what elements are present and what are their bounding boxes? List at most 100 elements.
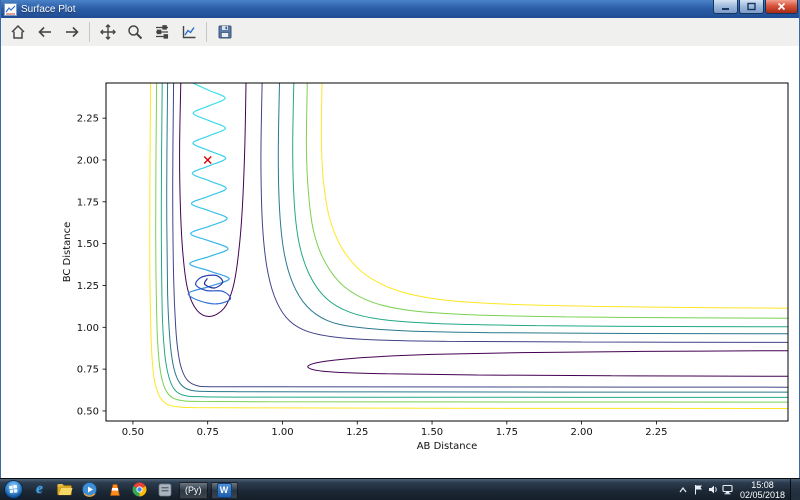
trajectory-segment	[191, 226, 210, 234]
save-icon	[216, 23, 234, 41]
speaker-icon	[708, 484, 719, 495]
window-titlebar[interactable]: Surface Plot	[1, 0, 799, 18]
x-tick-label: 1.75	[496, 427, 518, 438]
contour-line-level-2	[167, 83, 788, 392]
taskbar-item-generic-app[interactable]	[152, 479, 177, 500]
chrome-icon	[132, 482, 147, 497]
contour-line-level-1	[261, 83, 788, 342]
trajectory-segment	[199, 301, 217, 304]
back-button[interactable]	[31, 20, 58, 45]
chevron-up-icon	[679, 487, 687, 493]
trajectory-segment	[206, 291, 223, 292]
taskbar-window-button-python[interactable]: (Py)	[179, 482, 208, 499]
trajectory-segment	[210, 219, 227, 227]
trajectory-segment	[210, 241, 228, 249]
trajectory-segment	[192, 173, 209, 181]
configure-subplots-button[interactable]	[148, 20, 175, 45]
x-tick-label: 0.50	[122, 427, 144, 438]
axes-spines	[106, 83, 788, 421]
x-tick-label: 2.00	[570, 427, 592, 438]
trajectory-segment	[192, 204, 210, 212]
clock-time: 15:08	[740, 480, 785, 490]
flag-icon	[694, 484, 703, 495]
forward-button[interactable]	[58, 20, 85, 45]
contour-line-level-0	[308, 351, 788, 377]
taskbar-item-vlc[interactable]	[102, 479, 127, 500]
trajectory-segment	[191, 234, 210, 242]
pan-button[interactable]	[94, 20, 121, 45]
show-desktop-button[interactable]	[790, 479, 800, 500]
y-tick-label: 0.50	[77, 406, 99, 417]
trajectory-segment	[192, 166, 209, 174]
action-center-icon[interactable]	[691, 479, 706, 500]
y-tick-label: 1.00	[77, 323, 99, 334]
trajectory-segment	[209, 158, 225, 166]
internet-explorer-icon: e	[36, 482, 43, 497]
y-tick-label: 1.75	[77, 197, 99, 208]
taskbar: e (Py) W	[0, 478, 800, 500]
trajectory-segment	[209, 91, 225, 99]
taskbar-window-button-word[interactable]: W	[211, 482, 238, 499]
save-button[interactable]	[211, 20, 238, 45]
network-monitor-icon	[722, 484, 734, 495]
minimize-button[interactable]	[713, 0, 738, 14]
close-icon	[777, 2, 786, 11]
taskbar-item-internet-explorer[interactable]: e	[27, 479, 52, 500]
figure-canvas[interactable]: 0.500.751.001.251.501.752.002.250.500.75…	[1, 46, 799, 478]
y-axis-label: BC Distance	[62, 222, 73, 283]
trajectory-segment	[192, 196, 210, 204]
taskbar-item-media-player[interactable]	[77, 479, 102, 500]
trajectory-segment	[210, 188, 227, 196]
toolbar-separator	[206, 22, 207, 42]
zoom-icon	[126, 23, 144, 41]
trajectory-segment	[193, 136, 209, 144]
x-tick-label: 1.25	[346, 427, 368, 438]
folder-icon	[57, 483, 73, 496]
y-tick-label: 2.00	[77, 155, 99, 166]
clock-date: 02/05/2018	[740, 490, 785, 500]
contour-line-level-0	[180, 83, 246, 316]
surface-plot[interactable]: 0.500.751.001.251.501.752.002.250.500.75…	[1, 46, 799, 478]
x-tick-label: 1.00	[271, 427, 293, 438]
trajectory-segment	[210, 98, 226, 106]
trajectory-segment	[188, 293, 198, 301]
trajectory-segment	[193, 106, 209, 114]
windows-start-icon	[4, 480, 23, 499]
chart-icon	[180, 23, 198, 41]
contour-line-level-3	[161, 83, 788, 397]
taskbar-item-file-explorer[interactable]	[52, 479, 77, 500]
network-icon[interactable]	[721, 479, 736, 500]
maximize-icon	[747, 2, 756, 11]
close-button[interactable]	[765, 0, 798, 14]
contour-line-level-2	[278, 83, 788, 334]
x-axis-label: AB Distance	[417, 441, 478, 452]
toolbar-separator	[89, 22, 90, 42]
vlc-cone-icon	[108, 483, 122, 497]
taskbar-clock[interactable]: 15:08 02/05/2018	[740, 480, 785, 500]
trajectory-segment	[193, 113, 209, 121]
python-window-label: (Py)	[185, 485, 202, 495]
trajectory-segment	[209, 121, 226, 129]
volume-icon[interactable]	[706, 479, 721, 500]
edit-plot-button[interactable]	[175, 20, 202, 45]
hidden-icons-button[interactable]	[676, 479, 691, 500]
maximize-button[interactable]	[739, 0, 764, 14]
red-x-marker	[204, 156, 211, 163]
y-tick-label: 0.75	[77, 365, 99, 376]
system-tray: 15:08 02/05/2018	[676, 479, 800, 500]
taskbar-item-chrome[interactable]	[127, 479, 152, 500]
trajectory-segment	[190, 256, 210, 264]
start-button[interactable]	[0, 479, 27, 500]
contour-line-level-4	[156, 83, 788, 402]
desktop: Surface Plot	[0, 0, 800, 500]
window-title: Surface Plot	[21, 4, 712, 15]
contour-line-level-5	[321, 83, 788, 308]
x-tick-label: 2.25	[645, 427, 667, 438]
trajectory-segment	[193, 83, 210, 91]
minimize-icon	[721, 2, 730, 11]
home-button[interactable]	[4, 20, 31, 45]
trajectory-segment	[190, 264, 210, 272]
trajectory-segment	[210, 211, 227, 219]
back-arrow-icon	[36, 23, 54, 41]
zoom-button[interactable]	[121, 20, 148, 45]
